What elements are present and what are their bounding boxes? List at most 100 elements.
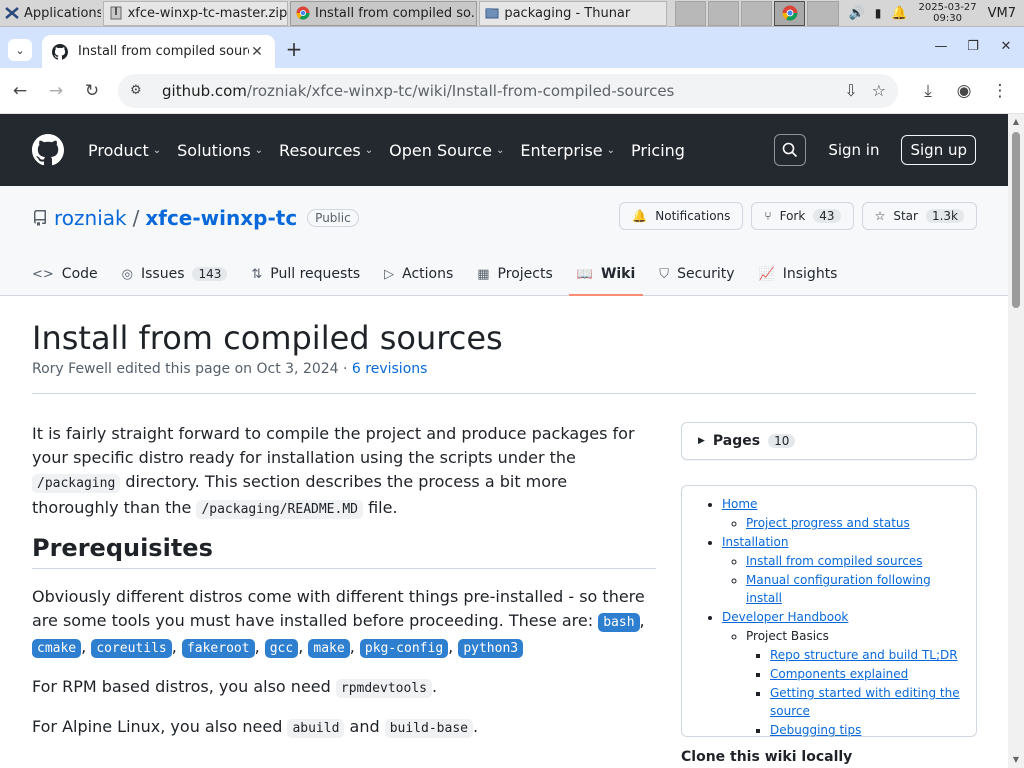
site-info-icon[interactable]: ⚙	[130, 83, 152, 98]
sign-in-link[interactable]: Sign in	[828, 141, 879, 159]
close-window-button[interactable]: ✕	[995, 39, 1017, 57]
nav-label: Enterprise	[520, 140, 603, 160]
tab-label: Insights	[782, 266, 838, 282]
bell-icon: 🔔	[632, 209, 648, 223]
page-title: Install from compiled sources	[32, 319, 503, 357]
volume-icon[interactable]: 🔊	[849, 6, 865, 21]
notifications-label: Notifications	[655, 209, 731, 223]
inline-code: coreutils	[91, 639, 172, 658]
bookmark-star-icon[interactable]: ☆	[872, 81, 886, 100]
toc-link[interactable]: Components explained	[770, 667, 908, 681]
divider	[32, 393, 976, 394]
rpm-paragraph: For RPM based distros, you also need rpm…	[32, 675, 656, 701]
toc-link[interactable]: Developer Handbook	[722, 610, 848, 624]
browser-tab[interactable]: Install from compiled sourc ✕	[42, 35, 275, 68]
repo-owner-link[interactable]: rozniak	[54, 206, 127, 230]
notification-bell-icon[interactable]: 🔔	[891, 6, 907, 21]
workspace-4[interactable]	[774, 0, 806, 26]
sign-up-button[interactable]: Sign up	[901, 135, 976, 165]
repo-header: rozniak / xfce-winxp-tc Public 🔔 Notific…	[0, 186, 1008, 296]
minimize-window-button[interactable]: —	[930, 39, 952, 57]
notifications-button[interactable]: 🔔 Notifications	[619, 202, 744, 230]
tab-pull-requests[interactable]: ⇅ Pull requests	[243, 252, 368, 296]
tab-security[interactable]: ⛉ Security	[651, 252, 742, 296]
triangle-right-icon: ▶	[698, 436, 705, 446]
arrow-right-icon: →	[48, 80, 64, 101]
tab-issues[interactable]: ◎ Issues 143	[114, 252, 236, 296]
browser-menu-button[interactable]: ⋮	[984, 75, 1016, 107]
toc-item: Components explained	[770, 665, 960, 683]
toc-item: Home Project progress and status	[722, 495, 960, 532]
workspace-5[interactable]	[807, 0, 839, 26]
reload-button[interactable]: ↻	[76, 75, 108, 107]
star-button[interactable]: ☆ Star 1.3k	[861, 202, 977, 230]
fork-button[interactable]: ⑂ Fork 43	[751, 202, 854, 230]
nav-product[interactable]: Product ⌄	[88, 141, 161, 160]
forward-button[interactable]: →	[40, 75, 72, 107]
toc-link[interactable]: Debugging tips	[770, 723, 861, 737]
browser-tab-strip: ⌄ Install from compiled sourc ✕ + — ❐ ✕	[0, 27, 1024, 68]
toc-link[interactable]: Project progress and status	[746, 516, 910, 530]
archive-icon	[110, 6, 122, 20]
tab-actions[interactable]: ▷ Actions	[376, 252, 461, 296]
close-tab-icon[interactable]: ✕	[249, 44, 265, 60]
task-archive[interactable]: xfce-winxp-tc-master.zip ...	[102, 0, 288, 26]
toc-link[interactable]: Manual configuration following install	[746, 573, 931, 605]
downloads-button[interactable]: ⤓	[912, 75, 944, 107]
toc-item: Install from compiled sources	[746, 552, 960, 570]
url-path: /rozniak/xfce-winxp-tc/wiki/Install-from…	[246, 81, 675, 100]
toc-link[interactable]: Install from compiled sources	[746, 554, 923, 568]
address-bar[interactable]: ⚙ github.com/rozniak/xfce-winxp-tc/wiki/…	[118, 73, 898, 108]
task-browser[interactable]: Install from compiled so...	[289, 0, 478, 26]
nav-solutions[interactable]: Solutions ⌄	[177, 141, 263, 160]
toc-link[interactable]: Home	[722, 497, 757, 511]
applications-menu-button[interactable]: Applications	[0, 1, 101, 26]
tab-code[interactable]: <> Code	[24, 252, 106, 296]
task-thunar[interactable]: packaging - Thunar	[479, 0, 667, 26]
repo-title: rozniak / xfce-winxp-tc Public	[32, 206, 359, 230]
scrollbar-thumb[interactable]	[1012, 132, 1020, 308]
inline-code: fakeroot	[181, 639, 255, 658]
new-tab-button[interactable]: +	[283, 39, 305, 61]
pages-toggle[interactable]: ▶ Pages 10	[681, 422, 977, 460]
battery-icon[interactable]: ▮	[875, 6, 882, 20]
inline-code: /packaging	[32, 474, 121, 493]
profile-button[interactable]: ◉	[948, 75, 980, 107]
nav-resources[interactable]: Resources ⌄	[279, 141, 373, 160]
toc-item: Repo structure and build TL;DR	[770, 646, 960, 664]
chevron-down-icon: ⌄	[254, 144, 264, 156]
inline-code: gcc	[264, 639, 299, 658]
tab-wiki[interactable]: 📖 Wiki	[568, 252, 644, 296]
task-label: xfce-winxp-tc-master.zip ...	[127, 5, 288, 21]
reload-icon: ↻	[84, 80, 100, 101]
scroll-down-icon[interactable]: ▼	[1008, 752, 1024, 768]
tab-search-button[interactable]: ⌄	[8, 39, 32, 61]
repo-name-link[interactable]: xfce-winxp-tc	[145, 206, 297, 230]
restore-window-button[interactable]: ❐	[962, 39, 984, 57]
search-button[interactable]	[774, 134, 807, 166]
inline-code: bash	[598, 613, 640, 632]
issue-icon: ◎	[121, 266, 133, 282]
install-app-icon[interactable]: ⇩	[844, 81, 857, 100]
back-button[interactable]: ←	[4, 75, 36, 107]
nav-pricing[interactable]: Pricing	[631, 141, 685, 160]
workspace-1[interactable]	[674, 0, 706, 26]
clock[interactable]: 2025-03-27 09:30	[918, 2, 978, 24]
workspace-3[interactable]	[740, 0, 773, 26]
wiki-body: It is fairly straight forward to compile…	[32, 422, 656, 755]
nav-open-source[interactable]: Open Source ⌄	[389, 141, 504, 160]
scroll-up-icon[interactable]: ▲	[1008, 114, 1024, 130]
workspace-2[interactable]	[707, 0, 739, 26]
nav-enterprise[interactable]: Enterprise ⌄	[520, 141, 615, 160]
text: file.	[363, 498, 398, 517]
toc-link[interactable]: Installation	[722, 535, 788, 549]
toc-link[interactable]: Getting started with editing the source	[770, 686, 960, 718]
toc-link[interactable]: Repo structure and build TL;DR	[770, 648, 958, 662]
revisions-link[interactable]: 6 revisions	[352, 361, 428, 377]
page-scrollbar[interactable]: ▲ ▼	[1008, 114, 1024, 768]
tab-label: Wiki	[600, 266, 636, 282]
github-logo-icon[interactable]	[32, 134, 64, 166]
tab-label: Pull requests	[270, 266, 361, 282]
tab-insights[interactable]: 📈 Insights	[751, 252, 846, 296]
tab-projects[interactable]: ▦ Projects	[469, 252, 561, 296]
